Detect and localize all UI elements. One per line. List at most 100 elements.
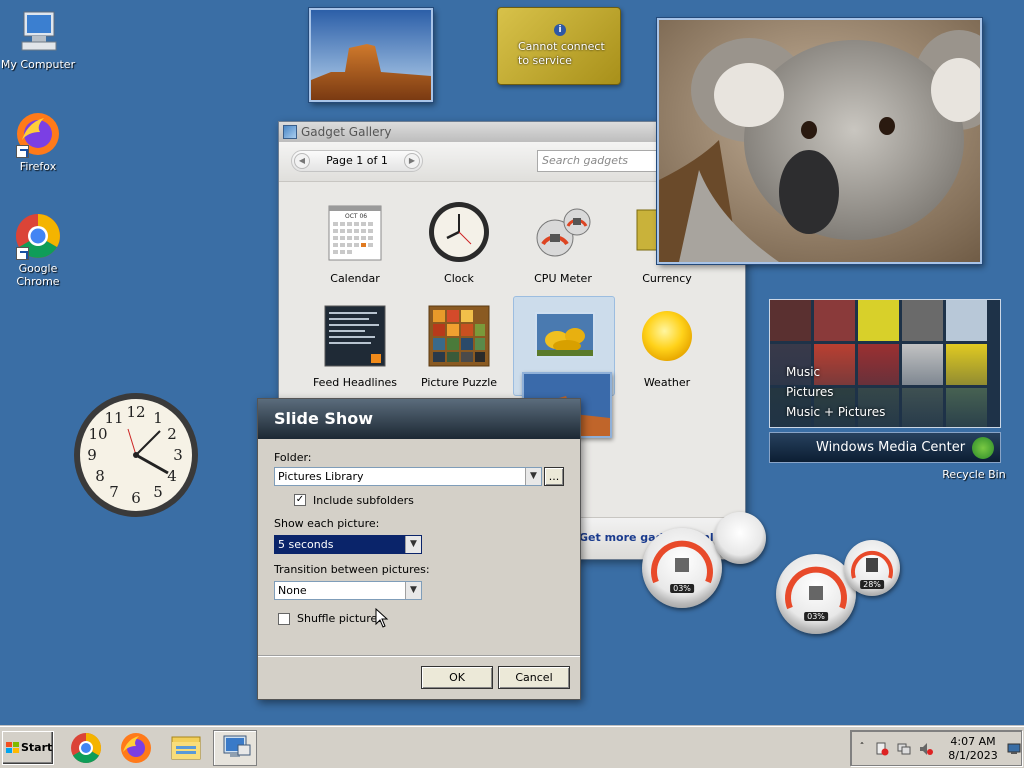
svg-text:2: 2 [167,425,177,443]
cpu-meter-gadget-1-small[interactable] [714,512,766,564]
taskbar-file-explorer-button[interactable] [164,730,208,766]
svg-text:11: 11 [104,409,123,427]
currency-status-line2: to service [518,54,572,67]
koala-photo [659,20,980,262]
tray-time: 4:07 AM [950,735,996,748]
desktop-icon-label: Recycle Bin [942,468,1006,481]
media-center-menu: Music Pictures Music + Pictures [786,362,885,422]
show-each-picture-select[interactable]: 5 seconds ▼ [274,535,422,554]
folder-label: Folder: [274,451,312,464]
chevron-down-icon[interactable]: ▼ [405,582,421,599]
next-page-icon[interactable]: ▶ [404,153,420,169]
taskbar: Start ˆ 4:07 AM 8/1/2023 [0,726,1024,768]
media-center-menu-pictures[interactable]: Pictures [786,382,885,402]
svg-text:5: 5 [153,483,163,501]
chrome-icon [14,212,62,260]
browse-folder-button[interactable]: ... [544,467,564,486]
chrome-icon [71,733,102,764]
windows-logo-icon [6,742,19,753]
remote-desktop-icon [223,735,251,757]
system-tray: ˆ 4:07 AM 8/1/2023 [850,730,1022,766]
taskbar-remote-desktop-button[interactable] [213,730,257,766]
folder-value: Pictures Library [278,470,364,483]
folder-select[interactable]: Pictures Library ▼ [274,467,542,486]
gadget-item-calendar[interactable]: OCT 06 Calendar [303,200,407,285]
cpu-gauge [651,540,713,584]
computer-icon [14,8,62,56]
desktop-icon-my-computer[interactable]: My Computer [0,8,78,71]
ok-button[interactable]: OK [421,666,493,689]
show-hidden-icons-icon[interactable]: ˆ [855,742,869,756]
media-center-launcher[interactable]: Windows Media Center [769,432,1001,463]
show-desktop-icon[interactable] [1007,742,1021,756]
clock-gadget[interactable]: 12 1 2 345 678 9 10 11 [72,391,200,519]
koala-photo-gadget[interactable] [657,18,982,264]
desert-photo [311,10,431,100]
media-center-menu-music[interactable]: Music [786,362,885,382]
picture-puzzle-icon [427,304,491,368]
svg-text:3: 3 [173,446,183,464]
show-each-picture-value: 5 seconds [278,538,334,551]
shortcut-arrow-icon [16,247,29,260]
action-center-icon[interactable] [875,742,889,756]
chevron-down-icon[interactable]: ▼ [525,468,541,485]
gadget-name: Clock [444,272,474,285]
start-button[interactable]: Start [2,731,54,765]
desktop-icon-label: My Computer [0,58,76,71]
firefox-icon [121,733,151,763]
gadget-item-clock[interactable]: Clock [407,200,511,285]
currency-gadget[interactable]: i Cannot connect to service [497,7,621,85]
gadget-item-weather[interactable]: Weather [615,304,719,389]
volume-muted-icon[interactable] [919,742,933,756]
gadget-item-feed-headlines[interactable]: Feed Headlines [303,304,407,389]
svg-text:7: 7 [109,483,119,501]
file-explorer-icon [171,736,201,760]
include-subfolders-checkbox[interactable]: ✓ [294,494,306,506]
mouse-cursor-icon [375,608,389,628]
windows-logo-icon [972,437,994,459]
shortcut-arrow-icon [16,145,29,158]
svg-text:12: 12 [126,403,145,421]
gadget-gallery-icon [283,125,297,139]
media-center-brand: Windows Media Center [816,440,966,455]
feed-headlines-icon [323,304,387,368]
media-center-tiles[interactable]: Music Pictures Music + Pictures [769,299,1001,428]
cpu-usage-readout: 03% [670,584,694,593]
search-gadgets-input[interactable]: Search gadgets [537,150,659,172]
desktop-icon-google-chrome[interactable]: Google Chrome [0,212,78,288]
transition-label: Transition between pictures: [274,563,430,576]
calendar-month-label: OCT 06 [345,213,368,220]
firefox-icon [14,110,62,158]
page-navigator: ◀ Page 1 of 1 ▶ [291,150,423,172]
cancel-button[interactable]: Cancel [498,666,570,689]
network-icon[interactable] [897,742,911,756]
gadget-item-picture-puzzle[interactable]: Picture Puzzle [407,304,511,389]
gadget-item-cpu-meter[interactable]: CPU Meter [511,200,615,285]
taskbar-firefox-button[interactable] [114,730,158,766]
include-subfolders-label: Include subfolders [313,494,414,507]
page-label: Page 1 of 1 [326,154,388,167]
tray-clock[interactable]: 4:07 AM 8/1/2023 [941,735,1005,763]
chevron-down-icon[interactable]: ▼ [405,536,421,553]
show-each-picture-label: Show each picture: [274,517,380,530]
cpu-meter-gadget-2-small[interactable]: 28% [844,540,900,596]
gadget-name: Picture Puzzle [420,376,498,389]
desert-photo-gadget[interactable] [309,8,433,102]
desktop-icon-firefox[interactable]: Firefox [0,110,78,173]
taskbar-chrome-button[interactable] [64,730,108,766]
cpu-meter-gadget-1-large[interactable]: 03% [642,528,722,608]
shuffle-pictures-checkbox[interactable] [278,613,290,625]
gadget-name: Feed Headlines [312,376,398,389]
clock-face: 12 12 345 678 91011 [74,393,198,517]
transition-select[interactable]: None ▼ [274,581,422,600]
desktop-icon-label: Google Chrome [16,262,60,288]
desktop-icon-label: Firefox [19,160,57,173]
media-center-menu-music-pictures[interactable]: Music + Pictures [786,402,885,422]
svg-text:1: 1 [153,409,163,427]
clock-icon [427,200,491,264]
svg-text:10: 10 [88,425,107,443]
gadget-name: Calendar [330,272,380,285]
svg-text:9: 9 [87,446,97,464]
svg-text:4: 4 [167,467,177,485]
desktop-icon-recycle-bin[interactable]: Recycle Bin [934,468,1014,481]
